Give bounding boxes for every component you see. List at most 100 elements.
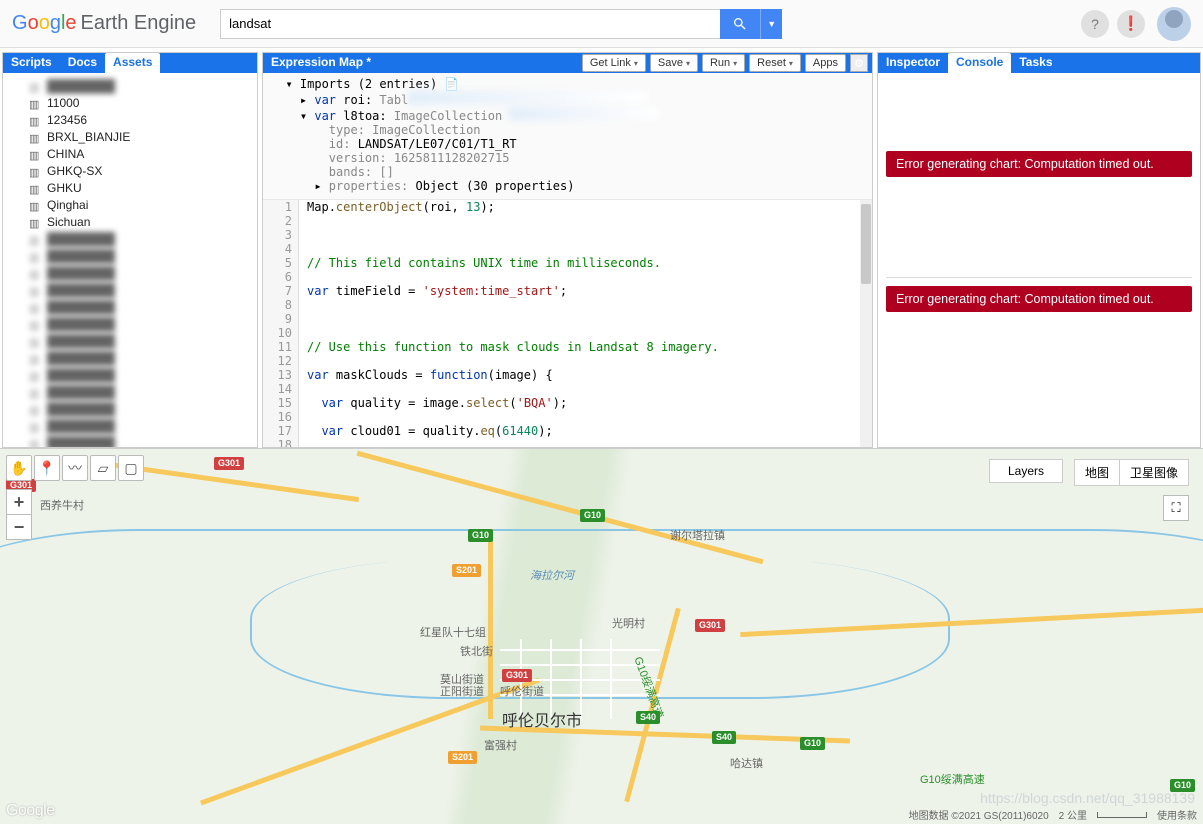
asset-item[interactable]: ████████ — [3, 332, 257, 349]
code-line[interactable]: var quality = image.select('BQA'); — [307, 396, 872, 410]
asset-item[interactable]: ████████ — [3, 366, 257, 383]
maptype-satellite[interactable]: 卫星图像 — [1120, 460, 1188, 485]
asset-item[interactable]: ████████ — [3, 400, 257, 417]
line-tool-icon[interactable]: 〰 — [62, 455, 88, 481]
code-line[interactable]: var maskClouds = function(image) { — [307, 368, 872, 382]
code-line[interactable] — [307, 354, 872, 368]
error-message: Error generating chart: Computation time… — [886, 286, 1192, 312]
table-icon — [29, 387, 43, 397]
code-line[interactable] — [307, 298, 872, 312]
tab-scripts[interactable]: Scripts — [3, 53, 60, 73]
code-line[interactable] — [307, 214, 872, 228]
table-icon — [29, 421, 43, 431]
gear-icon[interactable]: ⚙ — [850, 54, 868, 72]
layers-button[interactable]: Layers — [989, 459, 1063, 483]
tab-inspector[interactable]: Inspector — [878, 53, 948, 73]
asset-item[interactable]: ████████ — [3, 77, 257, 94]
table-icon — [29, 132, 43, 142]
table-icon — [29, 98, 43, 108]
code-line[interactable]: // This field contains UNIX time in mill… — [307, 256, 872, 270]
asset-item[interactable]: ████████ — [3, 383, 257, 400]
table-icon — [29, 183, 43, 193]
map-attribution: 地图数据 ©2021 GS(2011)6020 2 公里 使用条款 — [909, 807, 1197, 822]
asset-item[interactable]: ████████ — [3, 315, 257, 332]
code-line[interactable]: Map.centerObject(roi, 13); — [307, 200, 872, 214]
pan-tool-icon[interactable]: ✋ — [6, 455, 32, 481]
asset-item[interactable]: Sichuan — [3, 213, 257, 230]
console-output: Error generating chart: Computation time… — [878, 73, 1200, 447]
asset-item[interactable]: CHINA — [3, 145, 257, 162]
table-icon — [29, 217, 43, 227]
search-input[interactable] — [220, 9, 720, 39]
tab-tasks[interactable]: Tasks — [1011, 53, 1060, 73]
code-line[interactable] — [307, 228, 872, 242]
google-logo: Google — [12, 12, 77, 35]
feedback-icon[interactable]: ❗ — [1117, 10, 1145, 38]
search-button[interactable] — [720, 9, 760, 39]
tab-docs[interactable]: Docs — [60, 53, 105, 73]
table-icon — [29, 149, 43, 159]
assets-list[interactable]: ████████11000123456BRXL_BIANJIECHINAGHKQ… — [3, 73, 257, 447]
save-button[interactable]: Save — [650, 54, 698, 72]
code-line[interactable]: // Use this function to mask clouds in L… — [307, 340, 872, 354]
maptype-map[interactable]: 地图 — [1075, 460, 1120, 485]
avatar[interactable] — [1157, 7, 1191, 41]
code-line[interactable] — [307, 312, 872, 326]
apps-button[interactable]: Apps — [805, 54, 846, 72]
table-icon — [29, 353, 43, 363]
table-icon — [29, 438, 43, 448]
table-icon — [29, 285, 43, 295]
zoom-out-button[interactable]: − — [6, 514, 32, 540]
maptype-toggle[interactable]: 地图 卫星图像 — [1074, 459, 1189, 486]
editor-scrollbar[interactable] — [860, 200, 872, 447]
code-line[interactable] — [307, 438, 872, 447]
asset-item[interactable]: ████████ — [3, 417, 257, 434]
asset-item[interactable]: ████████ — [3, 281, 257, 298]
imports-block[interactable]: ▾ Imports (2 entries) 📄 ▸ var roi: Tabl … — [263, 73, 872, 200]
code-line[interactable] — [307, 242, 872, 256]
getlink-button[interactable]: Get Link — [582, 54, 646, 72]
table-icon — [29, 81, 43, 91]
logo: Google Earth Engine — [12, 12, 196, 35]
script-title: Expression Map * — [263, 53, 578, 73]
code-line[interactable] — [307, 410, 872, 424]
help-icon[interactable]: ? — [1081, 10, 1109, 38]
table-icon — [29, 336, 43, 346]
run-button[interactable]: Run — [702, 54, 745, 72]
asset-item[interactable]: ████████ — [3, 298, 257, 315]
code-line[interactable] — [307, 382, 872, 396]
tab-console[interactable]: Console — [948, 53, 1011, 73]
product-name: Earth Engine — [81, 12, 197, 35]
asset-item[interactable]: GHKU — [3, 179, 257, 196]
asset-item[interactable]: 123456 — [3, 111, 257, 128]
fullscreen-icon[interactable]: ⛶ — [1163, 495, 1189, 521]
asset-item[interactable]: 11000 — [3, 94, 257, 111]
table-icon — [29, 251, 43, 261]
table-icon — [29, 404, 43, 414]
asset-item[interactable]: BRXL_BIANJIE — [3, 128, 257, 145]
search-dropdown[interactable]: ▼ — [760, 9, 782, 39]
table-icon — [29, 234, 43, 244]
rect-tool-icon[interactable]: ▢ — [118, 455, 144, 481]
asset-item[interactable]: ████████ — [3, 247, 257, 264]
table-icon — [29, 200, 43, 210]
table-icon — [29, 302, 43, 312]
code-editor[interactable]: 123456789101112131415161718 Map.centerOb… — [263, 200, 872, 447]
table-icon — [29, 115, 43, 125]
asset-item[interactable]: Qinghai — [3, 196, 257, 213]
asset-item[interactable]: ████████ — [3, 434, 257, 447]
map-canvas[interactable]: 海拉尔河 呼伦贝尔市 西养牛村 谢尔塔拉镇 光明村 红星队十七组 铁北街 莫山街… — [0, 448, 1203, 824]
asset-item[interactable]: ████████ — [3, 230, 257, 247]
reset-button[interactable]: Reset — [749, 54, 801, 72]
code-line[interactable] — [307, 326, 872, 340]
tab-assets[interactable]: Assets — [105, 53, 160, 73]
zoom-in-button[interactable]: + — [6, 489, 32, 515]
asset-item[interactable]: ████████ — [3, 264, 257, 281]
marker-tool-icon[interactable]: 📍 — [34, 455, 60, 481]
polygon-tool-icon[interactable]: ▱ — [90, 455, 116, 481]
code-line[interactable]: var cloud01 = quality.eq(61440); — [307, 424, 872, 438]
code-line[interactable]: var timeField = 'system:time_start'; — [307, 284, 872, 298]
asset-item[interactable]: ████████ — [3, 349, 257, 366]
asset-item[interactable]: GHKQ-SX — [3, 162, 257, 179]
code-line[interactable] — [307, 270, 872, 284]
